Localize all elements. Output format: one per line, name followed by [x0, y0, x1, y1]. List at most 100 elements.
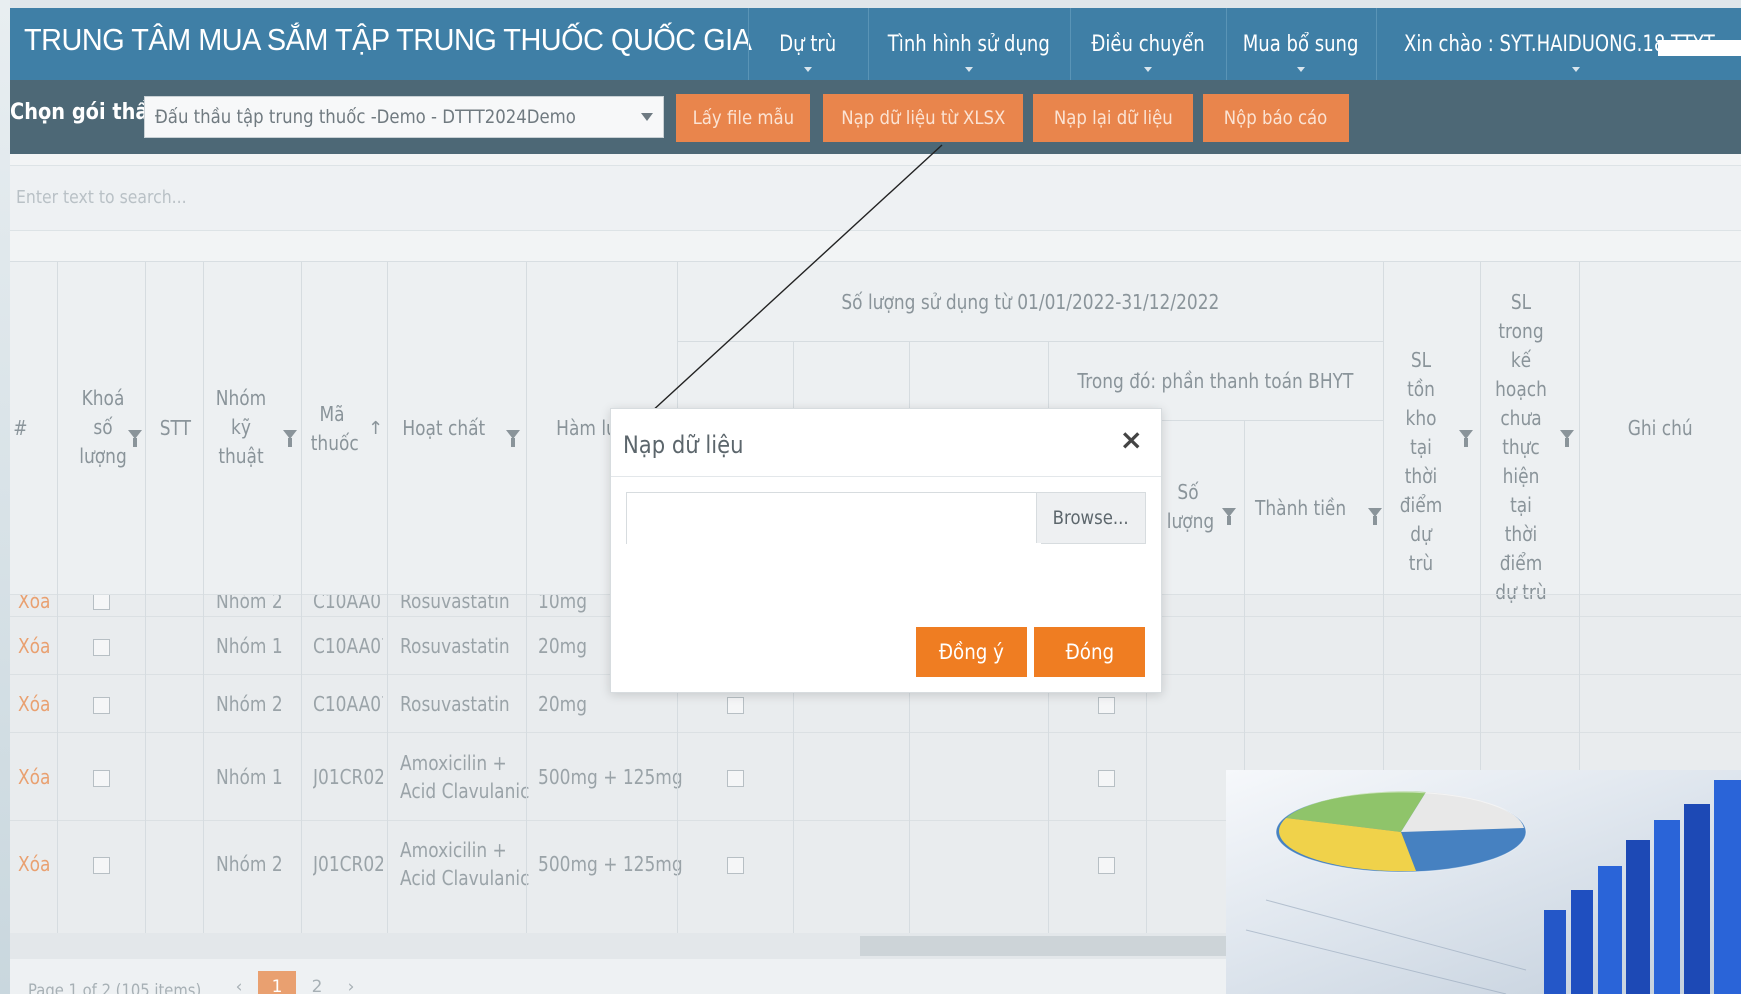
col-header-index: #: [12, 416, 28, 440]
delete-link[interactable]: Xóa: [18, 850, 56, 878]
nav-tinh-hinh-su-dung-label: Tình hình sử dụng: [887, 31, 1051, 57]
col-divider: [387, 594, 388, 933]
ok-button-label: Đồng ý: [938, 640, 1005, 664]
filter-icon[interactable]: [283, 430, 297, 447]
left-edge: [0, 0, 10, 994]
cell-drug-code: J01CR02.C: [313, 852, 383, 876]
toolbar: Chọn gói thầu Đấu thầu tập trung thuốc -…: [10, 80, 1741, 154]
col-header-stt: STT: [159, 416, 191, 440]
filter-icon[interactable]: [1459, 430, 1473, 447]
reload-data-button-label: Nạp lại dữ liệu: [1053, 107, 1173, 129]
nav-mua-bo-sung[interactable]: Mua bổ sung: [1226, 8, 1376, 80]
cell-active-ingredient: Rosuvastatin: [400, 692, 510, 716]
row-checkbox[interactable]: [1098, 857, 1115, 874]
pager-info: Page 1 of 2 (105 items): [28, 981, 202, 994]
lock-checkbox[interactable]: [93, 595, 110, 610]
get-template-button[interactable]: Lấy file mẫu: [676, 94, 810, 142]
filter-icon[interactable]: [1368, 508, 1382, 525]
redacted-username: [1658, 40, 1741, 56]
delete-link[interactable]: Xóa: [18, 763, 56, 791]
browse-button-label: Browse...: [1053, 507, 1129, 529]
group-divider: [677, 341, 1383, 342]
cell-strength: 20mg: [538, 634, 587, 658]
import-xlsx-button[interactable]: Nạp dữ liệu từ XLSX: [823, 94, 1023, 142]
scrollbar-thumb[interactable]: [860, 936, 1240, 956]
filter-icon[interactable]: [1222, 508, 1236, 525]
pager-next[interactable]: ›: [332, 971, 370, 994]
pager-prev[interactable]: ‹: [220, 971, 258, 994]
reload-data-button[interactable]: Nạp lại dữ liệu: [1033, 94, 1193, 142]
cell-drug-code: C10AA07.(: [313, 594, 383, 613]
col-header-stock[interactable]: SL tồn kho tại thời điểm dự trù: [1390, 346, 1452, 578]
col-header-drug-code[interactable]: Mã thuốc: [307, 400, 359, 458]
cell-tech-group: Nhóm 2: [216, 852, 283, 876]
decorative-chart-picture: [1226, 770, 1741, 994]
cell-strength: 500mg + 125mg: [538, 765, 683, 789]
col-header-plan-unfulfilled[interactable]: SL trong kế hoạch chưa thực hiện tại thờ…: [1488, 288, 1554, 607]
browse-button[interactable]: Browse...: [1036, 493, 1145, 543]
cell-tech-group: Nhóm 1: [216, 765, 283, 789]
row-checkbox[interactable]: [727, 857, 744, 874]
filter-icon[interactable]: [1560, 430, 1574, 447]
col-divider: [301, 594, 302, 933]
row-checkbox[interactable]: [1098, 697, 1115, 714]
close-icon[interactable]: ×: [1120, 423, 1143, 456]
col-header-active-ingredient[interactable]: Hoạt chất: [395, 414, 485, 443]
top-navbar: TRUNG TÂM MUA SẮM TẬP TRUNG THUỐC QUỐC G…: [10, 8, 1741, 80]
delete-link[interactable]: Xóa: [18, 595, 56, 615]
row-checkbox[interactable]: [727, 697, 744, 714]
filter-icon[interactable]: [506, 430, 520, 447]
lock-checkbox[interactable]: [93, 857, 110, 874]
package-select-value: Đấu thầu tập trung thuốc -Demo - DTTT202…: [155, 106, 576, 128]
col-divider: [1244, 420, 1245, 595]
dialog-title: Nạp dữ liệu: [623, 431, 744, 459]
nav-dieu-chuyen[interactable]: Điều chuyển: [1070, 8, 1226, 80]
package-select[interactable]: Đấu thầu tập trung thuốc -Demo - DTTT202…: [144, 96, 664, 138]
nav-tinh-hinh-su-dung[interactable]: Tình hình sử dụng: [868, 8, 1070, 80]
submit-report-button[interactable]: Nộp báo cáo: [1203, 94, 1349, 142]
filter-icon[interactable]: [128, 430, 142, 447]
close-button[interactable]: Đóng: [1034, 627, 1145, 677]
lock-checkbox[interactable]: [93, 770, 110, 787]
ok-button[interactable]: Đồng ý: [916, 627, 1027, 677]
close-button-label: Đóng: [1065, 640, 1114, 664]
lock-checkbox[interactable]: [93, 697, 110, 714]
col-divider: [301, 262, 302, 595]
search-placeholder: Enter text to search...: [16, 187, 187, 208]
col-header-lock-qty[interactable]: Khoá số lượng: [65, 384, 141, 471]
nav-du-tru-label: Dự trù: [779, 31, 837, 57]
sort-arrow-icon[interactable]: ↑: [368, 414, 383, 443]
col-divider: [145, 594, 146, 933]
cell-drug-code: C10AA07.(: [313, 692, 383, 716]
col-header-tech-group[interactable]: Nhóm kỹ thuật: [208, 384, 274, 471]
col-divider: [526, 594, 527, 933]
delete-link[interactable]: Xóa: [18, 690, 56, 718]
chevron-down-icon: [965, 67, 973, 72]
file-path-input[interactable]: [627, 493, 1041, 545]
col-divider: [526, 262, 527, 595]
cell-active-ingredient: Acid Clavulanic: [400, 779, 530, 803]
pager-page-2[interactable]: 2: [298, 971, 336, 994]
cell-strength: 20mg: [538, 692, 587, 716]
col-header-amount[interactable]: Thành tiền: [1255, 494, 1375, 523]
file-picker: Browse...: [626, 492, 1146, 545]
pager-page-1[interactable]: 1: [258, 971, 296, 994]
chevron-down-icon: [1297, 67, 1305, 72]
lock-checkbox[interactable]: [93, 639, 110, 656]
col-divider: [1383, 262, 1384, 595]
user-menu[interactable]: Xin chào : SYT.HAIDUONG.18.TTYT: [1376, 8, 1715, 80]
delete-link[interactable]: Xóa: [18, 632, 56, 660]
row-checkbox[interactable]: [727, 770, 744, 787]
search-bar[interactable]: Enter text to search...: [10, 165, 1741, 231]
submit-report-button-label: Nộp báo cáo: [1224, 107, 1328, 129]
dialog-divider: [611, 476, 1161, 477]
package-label: Chọn gói thầu: [10, 100, 163, 125]
col-divider: [57, 594, 58, 933]
nav-du-tru[interactable]: Dự trù: [748, 8, 868, 80]
row-checkbox[interactable]: [1098, 770, 1115, 787]
cell-drug-code: J01CR02.C: [313, 765, 383, 789]
col-header-qty[interactable]: Số lượng: [1162, 478, 1214, 536]
app-title: TRUNG TÂM MUA SẮM TẬP TRUNG THUỐC QUỐC G…: [24, 22, 752, 57]
cell-tech-group: Nhóm 2: [216, 594, 283, 613]
cell-active-ingredient: Rosuvastatin: [400, 594, 510, 613]
